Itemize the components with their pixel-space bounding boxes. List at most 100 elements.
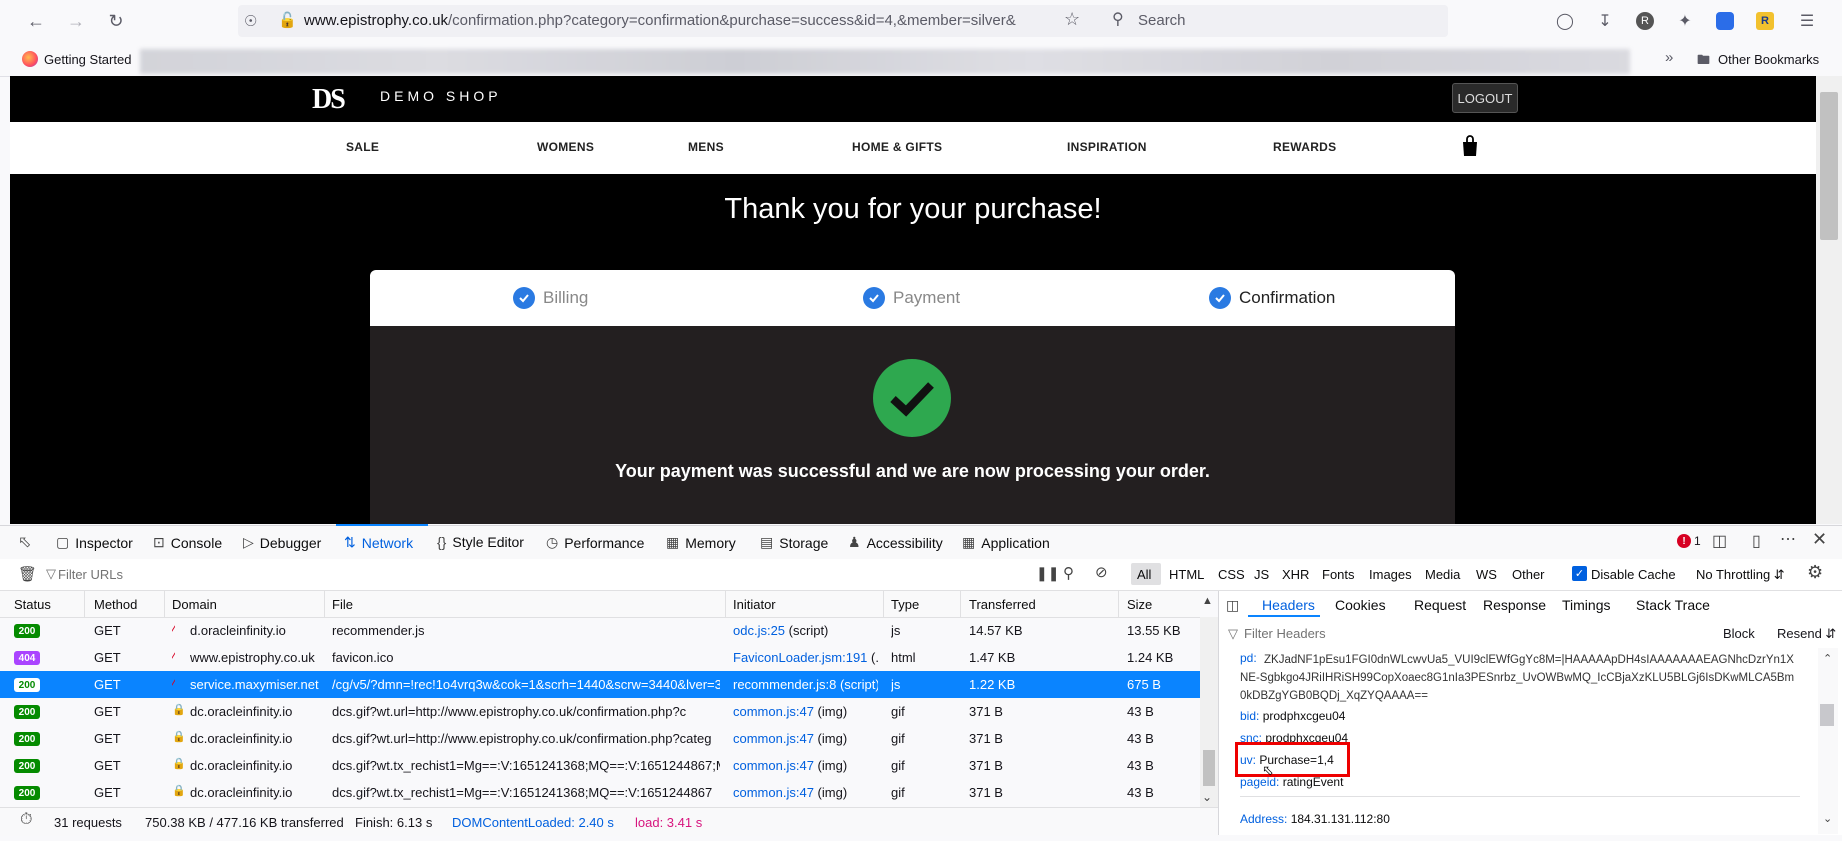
throttling-select[interactable]: No Throttling ⇵ xyxy=(1696,567,1785,583)
col-divider[interactable] xyxy=(883,591,884,617)
chevron-down-icon[interactable]: ⌄ xyxy=(1202,790,1212,804)
responsive-mode-icon[interactable]: ▯ xyxy=(1752,531,1761,551)
type-filter-css[interactable]: CSS xyxy=(1218,567,1245,582)
scroll-up-icon[interactable]: ▲ xyxy=(1202,595,1213,607)
tab-storage[interactable]: ▤ Storage xyxy=(760,534,828,551)
menu-womens[interactable]: WOMENS xyxy=(537,140,594,154)
table-row[interactable]: 200 🔒 GET dc.oracleinfinity.io dcs.gif?wt.tx… xyxy=(0,752,1200,779)
table-row[interactable]: 200 ∕ GET d.oracleinfinity.io recommender.js… xyxy=(0,617,1200,644)
filter-headers-input[interactable]: Filter Headers xyxy=(1244,626,1326,641)
type-filter-images[interactable]: Images xyxy=(1369,567,1412,582)
menu-rewards[interactable]: REWARDS xyxy=(1273,140,1336,154)
initiator-link[interactable]: common.js:47 xyxy=(733,731,814,746)
col-divider[interactable] xyxy=(84,591,85,617)
menu-sale[interactable]: SALE xyxy=(346,140,379,154)
bookmark-other[interactable]: Other Bookmarks xyxy=(1718,52,1819,67)
pause-icon[interactable]: ❚❚ xyxy=(1036,565,1059,582)
split-console-icon[interactable]: ◫ xyxy=(1712,531,1727,551)
toggle-sidebar-icon[interactable]: ◫ xyxy=(1226,597,1239,614)
initiator-link[interactable]: common.js:47 xyxy=(733,758,814,773)
stopwatch-icon[interactable]: ⏱ xyxy=(20,811,32,829)
chevron-more-icon[interactable]: » xyxy=(1665,49,1673,66)
tab-memory[interactable]: ▦ Memory xyxy=(666,534,736,551)
type-filter-js[interactable]: JS xyxy=(1254,567,1269,582)
shield-icon[interactable]: ☉ xyxy=(244,12,257,30)
side-scrollbar-thumb[interactable] xyxy=(1820,704,1834,726)
resend-button[interactable]: Resend ⇵ xyxy=(1777,626,1836,642)
tab-network[interactable]: ⇅ Network xyxy=(344,534,413,551)
table-scrollbar-thumb[interactable] xyxy=(1203,750,1215,786)
shop-logo[interactable]: DS xyxy=(312,84,346,116)
search-placeholder[interactable]: Search xyxy=(1138,12,1186,29)
tab-accessibility[interactable]: ♟ Accessibility xyxy=(848,534,943,551)
col-type[interactable]: Type xyxy=(891,597,919,612)
initiator-link[interactable]: common.js:47 xyxy=(733,785,814,800)
chevron-up-icon[interactable]: ⌃ xyxy=(1823,652,1832,665)
tab-application[interactable]: ▦ Application xyxy=(962,534,1050,551)
col-size[interactable]: Size xyxy=(1127,597,1152,612)
bookmark-getting-started[interactable]: Getting Started xyxy=(44,52,131,67)
more-options-icon[interactable]: ⋯ xyxy=(1780,529,1796,549)
col-divider[interactable] xyxy=(164,591,165,617)
type-filter-xhr[interactable]: XHR xyxy=(1282,567,1309,582)
col-status[interactable]: Status xyxy=(14,597,51,612)
table-row[interactable]: 200 🔒 GET dc.oracleinfinity.io dcs.gif?wt.ur… xyxy=(0,698,1200,725)
type-filter-other[interactable]: Other xyxy=(1512,567,1545,582)
profile-r-icon[interactable]: R xyxy=(1633,9,1657,33)
tab-performance[interactable]: ◷ Performance xyxy=(546,534,644,551)
reload-icon[interactable]: ↻ xyxy=(102,8,130,34)
remote-address[interactable]: Address: 184.31.131.112:80 xyxy=(1240,812,1390,826)
table-row[interactable]: 200 🔒 GET dc.oracleinfinity.io dcs.gif?wt.ur… xyxy=(0,725,1200,752)
param-bid[interactable]: bid: prodphxcgeu04 xyxy=(1240,709,1345,723)
trash-icon[interactable]: 🗑 xyxy=(18,565,37,583)
menu-inspiration[interactable]: INSPIRATION xyxy=(1067,140,1147,154)
close-devtools-icon[interactable]: ✕ xyxy=(1812,529,1827,550)
extension-r-icon[interactable]: R xyxy=(1753,9,1777,33)
type-filter-all[interactable]: All xyxy=(1137,567,1151,582)
chevron-down-icon[interactable]: ⌄ xyxy=(1823,812,1832,825)
page-scrollbar-thumb[interactable] xyxy=(1820,92,1838,240)
table-row[interactable]: 200 🔒 GET dc.oracleinfinity.io dcs.gif?wt.tx… xyxy=(0,779,1200,806)
forward-arrow-icon[interactable]: → xyxy=(62,8,90,34)
col-file[interactable]: File xyxy=(332,597,353,612)
param-uv[interactable]: uv: Purchase=1,4 xyxy=(1240,753,1334,767)
param-pd-value[interactable]: ZKJadNF1pEsu1FGI0dnWLcwvUa5_VUI9clEWfGgY… xyxy=(1240,651,1800,705)
type-filter-html[interactable]: HTML xyxy=(1169,567,1204,582)
param-pageid[interactable]: pageid: ratingEvent xyxy=(1240,775,1343,789)
initiator-link[interactable]: recommender.js:8 xyxy=(733,677,836,692)
settings-gear-icon[interactable]: ⚙ xyxy=(1807,562,1823,583)
downloads-icon[interactable]: ↧ xyxy=(1593,9,1617,33)
tab-timings[interactable]: Timings xyxy=(1562,597,1611,613)
extension-blue-icon[interactable] xyxy=(1713,9,1737,33)
shopping-bag-icon[interactable] xyxy=(1460,135,1480,157)
table-row[interactable]: 404 ∕ GET www.epistrophy.co.uk favicon.ico Fa… xyxy=(0,644,1200,671)
tab-stack-trace[interactable]: Stack Trace xyxy=(1636,597,1710,613)
error-indicator[interactable]: ! 1 xyxy=(1677,534,1701,548)
url-text[interactable]: www.epistrophy.co.uk/confirmation.php?ca… xyxy=(304,12,1054,29)
menu-mens[interactable]: MENS xyxy=(688,140,724,154)
type-filter-ws[interactable]: WS xyxy=(1476,567,1497,582)
element-picker-icon[interactable]: ⬁ xyxy=(18,532,31,552)
pocket-icon[interactable]: ◯ xyxy=(1553,9,1577,33)
tab-headers[interactable]: Headers xyxy=(1262,597,1315,613)
col-divider[interactable] xyxy=(1118,591,1119,617)
disable-cache-checkbox[interactable]: ✓ xyxy=(1572,566,1587,581)
tab-debugger[interactable]: ▷ Debugger xyxy=(243,534,321,551)
col-method[interactable]: Method xyxy=(94,597,137,612)
tab-request[interactable]: Request xyxy=(1414,597,1466,613)
initiator-link[interactable]: odc.js:25 xyxy=(733,623,785,638)
initiator-link[interactable]: FaviconLoader.jsm:191 xyxy=(733,650,867,665)
star-bookmark-icon[interactable]: ☆ xyxy=(1064,9,1080,30)
menu-hamburger-icon[interactable]: ☰ xyxy=(1795,9,1819,33)
col-divider[interactable] xyxy=(324,591,325,617)
col-domain[interactable]: Domain xyxy=(172,597,217,612)
tab-style-editor[interactable]: {} Style Editor xyxy=(437,534,524,550)
tab-console[interactable]: ⊡ Console xyxy=(153,534,222,551)
col-divider[interactable] xyxy=(960,591,961,617)
type-filter-media[interactable]: Media xyxy=(1425,567,1460,582)
menu-home-gifts[interactable]: HOME & GIFTS xyxy=(852,140,942,154)
col-transferred[interactable]: Transferred xyxy=(969,597,1036,612)
filter-urls-input[interactable]: Filter URLs xyxy=(58,567,123,582)
side-scrollbar[interactable] xyxy=(1818,648,1838,834)
initiator-link[interactable]: common.js:47 xyxy=(733,704,814,719)
